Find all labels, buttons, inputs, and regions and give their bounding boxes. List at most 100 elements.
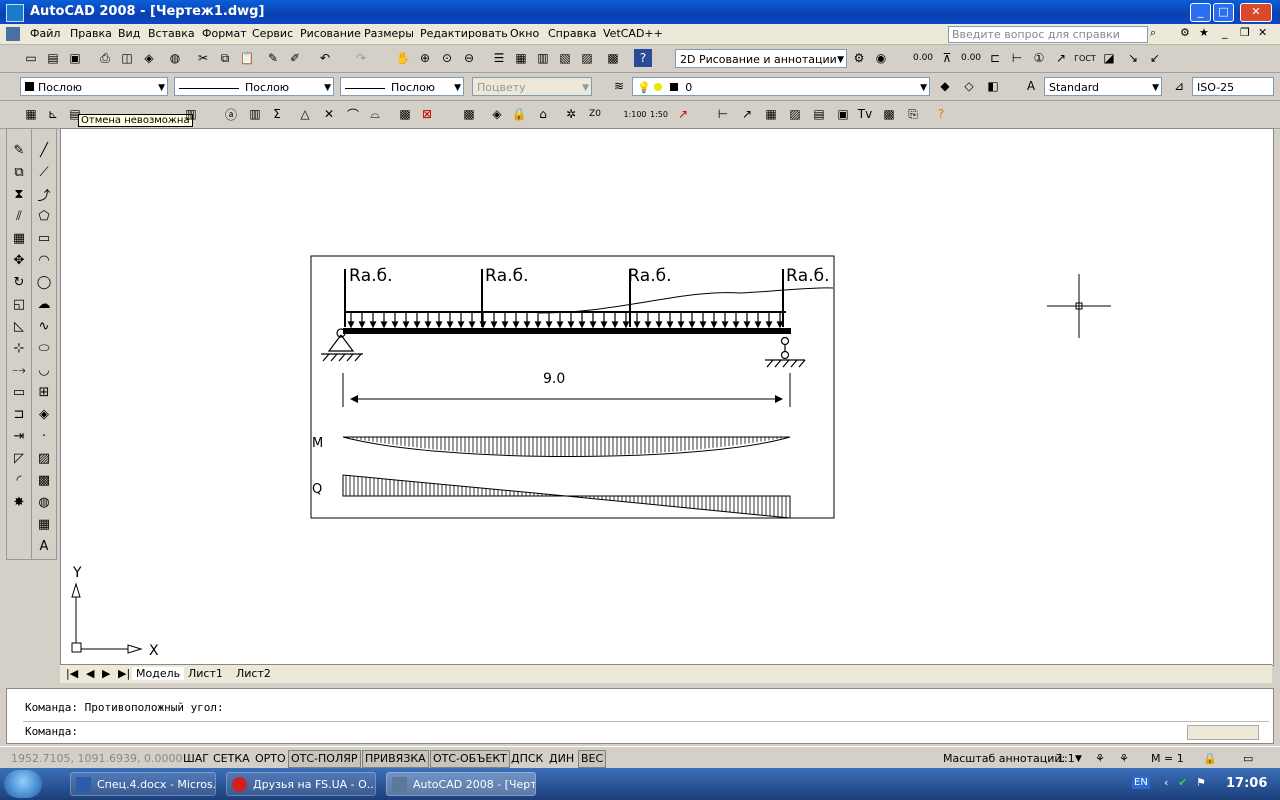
leader-arrow-icon[interactable]: ↗ <box>738 105 756 123</box>
layer-manager-icon[interactable]: ≋ <box>610 77 628 95</box>
polyline-icon[interactable]: ⤴ <box>35 185 53 204</box>
document-icon[interactable] <box>6 27 20 41</box>
menu-help[interactable]: Справка <box>548 27 596 40</box>
help-bulb-icon[interactable]: ? <box>932 105 950 123</box>
network-icon[interactable]: ✔ <box>1178 776 1187 789</box>
menu-format[interactable]: Формат <box>202 27 247 40</box>
array-icon[interactable]: ▦ <box>10 229 28 247</box>
ortho-toggle[interactable]: ОРТО <box>252 750 289 768</box>
tray-expand-icon[interactable]: ‹ <box>1164 776 1168 789</box>
calculator-icon[interactable]: ▩ <box>604 49 622 67</box>
otrack-toggle[interactable]: ОТС-ОБЪЕКТ <box>430 750 510 768</box>
favorites-star-icon[interactable]: ★ <box>1199 26 1209 39</box>
gradient-icon[interactable]: ▩ <box>35 471 53 489</box>
break-icon[interactable]: ⊐ <box>10 405 28 423</box>
offset-icon[interactable]: ⫽ <box>10 207 28 225</box>
menu-view[interactable]: Вид <box>118 27 140 40</box>
z0-icon[interactable]: Z0 <box>586 105 604 123</box>
layer-combo[interactable]: 💡 0 ▼ <box>632 77 930 96</box>
autocad-app-icon[interactable] <box>6 4 24 22</box>
annotation-autoscale-icon[interactable]: ⚘ <box>1116 750 1132 768</box>
design-center-icon[interactable]: ▦ <box>512 49 530 67</box>
command-window[interactable]: Команда: Противоположный угол: Команда: <box>6 688 1274 744</box>
close-button[interactable]: ✕ <box>1240 3 1272 22</box>
copy-object-icon[interactable]: ⧉ <box>10 163 28 181</box>
task-word[interactable]: Спец.4.docx - Micros... <box>70 772 216 796</box>
menu-insert[interactable]: Вставка <box>148 27 195 40</box>
circle-icon[interactable]: ◯ <box>35 273 53 291</box>
section-mark-icon[interactable]: ⓐ <box>222 105 240 123</box>
dim-chain-icon[interactable]: ⊢ <box>714 105 732 123</box>
pan-icon[interactable]: ✋ <box>394 49 412 67</box>
hatch-tool-icon[interactable]: ▨ <box>35 449 53 467</box>
dyn-toggle[interactable]: ДИН <box>546 750 577 768</box>
layer-states-icon[interactable]: ◧ <box>984 77 1002 95</box>
lock-toolbar-icon[interactable]: 🔒 <box>1200 750 1220 768</box>
dim-linear-icon[interactable]: 0.00 <box>913 49 933 67</box>
sigma-icon[interactable]: Σ <box>268 105 286 123</box>
rectangle-icon[interactable]: ▭ <box>35 229 53 247</box>
block-editor-icon[interactable]: ✐ <box>286 49 304 67</box>
tab-nav-first-icon[interactable]: |◀ <box>66 667 78 680</box>
linetype-combo[interactable]: Послою ▼ <box>174 77 334 96</box>
search-icon[interactable]: ⌕ <box>1150 26 1156 40</box>
dim-text-edit-icon[interactable]: ↙ <box>1146 49 1164 67</box>
cut-icon[interactable]: ✂ <box>194 49 212 67</box>
drawing-area[interactable]: Rа.б. Rа.б. Rа.б. Rа.б. 9.0 M Q Y X <box>60 128 1274 666</box>
language-indicator[interactable]: EN <box>1132 776 1150 789</box>
chamfer-icon[interactable]: ◸ <box>10 449 28 467</box>
stamp-table-icon[interactable]: ▤ <box>810 105 828 123</box>
menu-window[interactable]: Окно <box>510 27 539 40</box>
command-scrollbar[interactable] <box>1187 725 1259 740</box>
tab-nav-prev-icon[interactable]: ◀ <box>86 667 94 680</box>
dim-baseline-icon[interactable]: ⊢ <box>1008 49 1026 67</box>
rotate-icon[interactable]: ↻ <box>10 273 28 291</box>
menu-tools[interactable]: Сервис <box>252 27 293 40</box>
doc-close-button[interactable]: ✕ <box>1258 26 1267 39</box>
make-current-layer-icon[interactable]: ◆ <box>936 77 954 95</box>
maximize-button[interactable]: □ <box>1213 3 1234 22</box>
task-autocad[interactable]: AutoCAD 2008 - [Черт... <box>386 772 536 796</box>
text-style-icon[interactable]: A <box>1022 77 1040 95</box>
annotation-visibility-icon[interactable]: ⚘ <box>1092 750 1108 768</box>
explode-icon[interactable]: ✸ <box>10 493 28 511</box>
scale-arrow-icon[interactable]: ↗ <box>674 105 692 123</box>
break-point-icon[interactable]: ▭ <box>10 383 28 401</box>
doc-minimize-button[interactable]: _ <box>1222 26 1228 39</box>
stretch-icon[interactable]: ◺ <box>10 317 28 335</box>
tab-nav-next-icon[interactable]: ▶ <box>102 667 110 680</box>
ellipse-arc-icon[interactable]: ◡ <box>35 361 53 379</box>
cross-section-icon[interactable]: ✕ <box>320 105 338 123</box>
save-icon[interactable]: ▣ <box>66 49 84 67</box>
ellipse-icon[interactable]: ⬭ <box>35 339 53 357</box>
tab-layout1[interactable]: Лист1 <box>188 667 223 680</box>
help-search-input[interactable]: Введите вопрос для справки <box>948 26 1148 43</box>
start-button[interactable] <box>4 770 42 798</box>
color-combo[interactable]: Послою ▼ <box>20 77 168 96</box>
tab-model[interactable]: Модель <box>132 667 185 680</box>
tab-layout2[interactable]: Лист2 <box>236 667 271 680</box>
zoom-previous-icon[interactable]: ⊖ <box>460 49 478 67</box>
tolerance-icon[interactable]: ГОСТ <box>1074 49 1096 67</box>
snap-toggle[interactable]: ШАГ <box>180 750 212 768</box>
undo-icon[interactable]: ↶ <box>316 49 334 67</box>
flag-icon[interactable]: ⚑ <box>1196 776 1206 789</box>
angle-icon[interactable]: ⌒ <box>344 105 362 123</box>
properties-icon[interactable]: ☰ <box>490 49 508 67</box>
revision-cloud-icon[interactable]: ☁ <box>35 295 53 313</box>
text-style-combo[interactable]: Standard ▼ <box>1044 77 1162 96</box>
polar-toggle[interactable]: ОТС-ПОЛЯР <box>288 750 361 768</box>
match-properties-icon[interactable]: ✎ <box>264 49 282 67</box>
spec-icon[interactable]: ▩ <box>460 105 478 123</box>
point-icon[interactable]: · <box>35 427 53 445</box>
open-icon[interactable]: ▤ <box>44 49 62 67</box>
coordinates-readout[interactable]: 1952.7105, 1091.6939, 0.0000 <box>8 750 185 768</box>
dim-edit-icon[interactable]: ↘ <box>1124 49 1142 67</box>
menu-edit[interactable]: Правка <box>70 27 112 40</box>
grid-toggle[interactable]: СЕТКА <box>210 750 253 768</box>
tree-icon[interactable]: ✲ <box>562 105 580 123</box>
center-mark-icon[interactable]: ◪ <box>1100 49 1118 67</box>
task-opera[interactable]: Друзья на FS.UA - О... <box>226 772 376 796</box>
multiline-text-icon[interactable]: A <box>35 537 53 555</box>
move-icon[interactable]: ✥ <box>10 251 28 269</box>
